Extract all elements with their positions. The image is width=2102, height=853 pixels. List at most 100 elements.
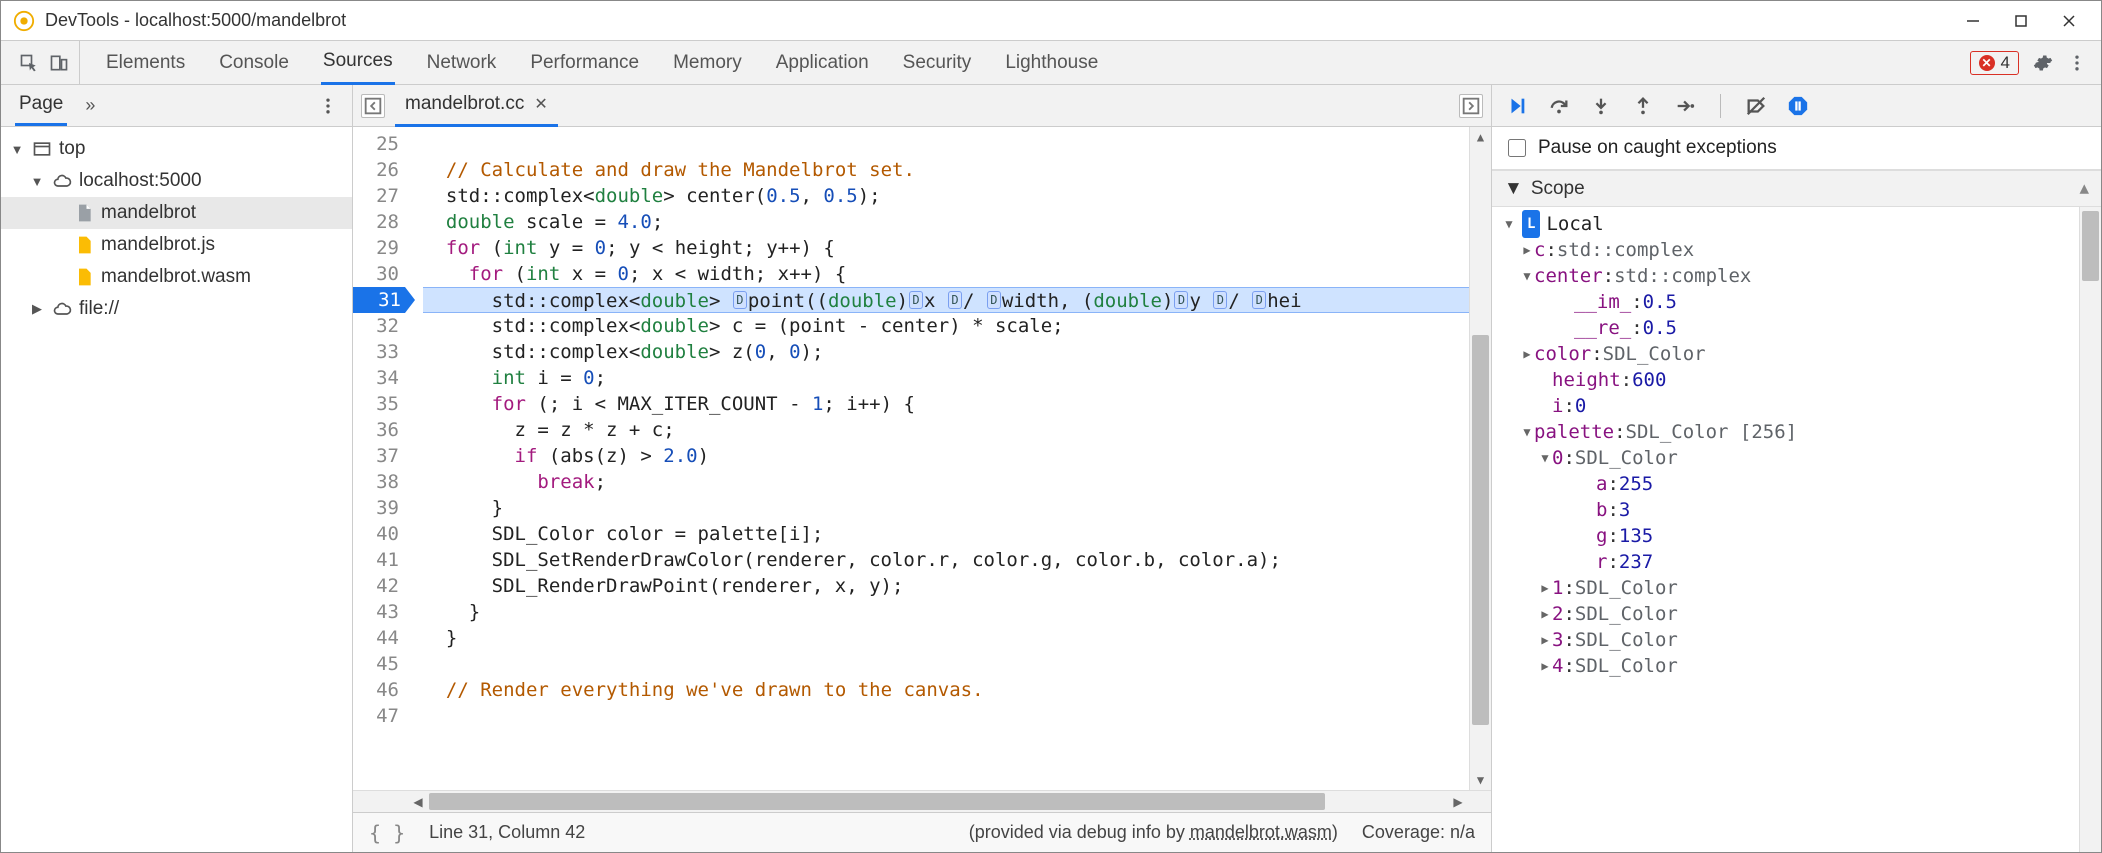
debug-info-link[interactable]: mandelbrot.wasm bbox=[1190, 822, 1332, 842]
line-number[interactable]: 38 bbox=[353, 469, 399, 495]
close-tab-icon[interactable]: ✕ bbox=[534, 94, 547, 114]
code-line[interactable]: } bbox=[423, 599, 1469, 625]
panel-tab-lighthouse[interactable]: Lighthouse bbox=[1003, 42, 1100, 84]
line-number[interactable]: 29 bbox=[353, 235, 399, 261]
scroll-down-arrow-icon[interactable]: ▼ bbox=[1470, 770, 1491, 790]
line-number[interactable]: 46 bbox=[353, 677, 399, 703]
line-number[interactable]: 35 bbox=[353, 391, 399, 417]
code-line[interactable]: // Render everything we've drawn to the … bbox=[423, 677, 1469, 703]
tree-root-top[interactable]: ▼ top bbox=[1, 133, 352, 165]
scroll-left-arrow-icon[interactable]: ◀ bbox=[407, 791, 429, 812]
scope-variable-row[interactable]: g: 135 bbox=[1492, 523, 2101, 549]
line-number[interactable]: 37 bbox=[353, 443, 399, 469]
code-line[interactable]: std::complex<double> c = (point - center… bbox=[423, 313, 1469, 339]
code-line[interactable]: for (int x = 0; x < width; x++) { bbox=[423, 261, 1469, 287]
scope-vertical-scrollbar[interactable] bbox=[2079, 207, 2101, 852]
scope-variable-row[interactable]: ▶1: SDL_Color bbox=[1492, 575, 2101, 601]
code-line[interactable]: for (; i < MAX_ITER_COUNT - 1; i++) { bbox=[423, 391, 1469, 417]
vertical-scroll-thumb[interactable] bbox=[1472, 335, 1489, 725]
line-number[interactable]: 28 bbox=[353, 209, 399, 235]
scope-section-header[interactable]: ▼Scope ▴ bbox=[1492, 170, 2101, 207]
tree-file-mandelbrot-js[interactable]: mandelbrot.js bbox=[1, 229, 352, 261]
line-number-gutter[interactable]: 2526272829303132333435363738394041424344… bbox=[353, 127, 407, 790]
navigator-more-tabs-icon[interactable]: » bbox=[85, 95, 95, 116]
line-number[interactable]: 30 bbox=[353, 261, 399, 287]
window-minimize-button[interactable] bbox=[1949, 2, 1997, 40]
code-line[interactable]: } bbox=[423, 495, 1469, 521]
scope-variable-row[interactable]: b: 3 bbox=[1492, 497, 2101, 523]
code-line[interactable]: if (abs(z) > 2.0) bbox=[423, 443, 1469, 469]
panel-tab-network[interactable]: Network bbox=[425, 42, 499, 84]
line-number[interactable]: 34 bbox=[353, 365, 399, 391]
scope-variable-row[interactable]: __re_: 0.5 bbox=[1492, 315, 2101, 341]
more-menu-icon[interactable] bbox=[2067, 53, 2087, 73]
code-line[interactable] bbox=[423, 131, 1469, 157]
scope-scroll-thumb[interactable] bbox=[2082, 211, 2099, 281]
pause-on-caught-option[interactable]: Pause on caught exceptions bbox=[1492, 127, 2101, 170]
line-number[interactable]: 43 bbox=[353, 599, 399, 625]
code-line[interactable]: SDL_RenderDrawPoint(renderer, x, y); bbox=[423, 573, 1469, 599]
line-number[interactable]: 45 bbox=[353, 651, 399, 677]
editor-nav-forward-icon[interactable] bbox=[1459, 94, 1483, 118]
editor-nav-back-icon[interactable] bbox=[361, 94, 385, 118]
line-number[interactable]: 32 bbox=[353, 313, 399, 339]
scope-variable-row[interactable]: r: 237 bbox=[1492, 549, 2101, 575]
code-line[interactable]: double scale = 4.0; bbox=[423, 209, 1469, 235]
navigator-tab-page[interactable]: Page bbox=[15, 85, 67, 126]
panel-tab-sources[interactable]: Sources bbox=[321, 40, 395, 85]
scope-variable-row[interactable]: ▼palette: SDL_Color [256] bbox=[1492, 419, 2101, 445]
line-number[interactable]: 27 bbox=[353, 183, 399, 209]
scope-variable-row[interactable]: ▶3: SDL_Color bbox=[1492, 627, 2101, 653]
scope-variable-row[interactable]: ▶color: SDL_Color bbox=[1492, 341, 2101, 367]
scope-variable-row[interactable]: __im_: 0.5 bbox=[1492, 289, 2101, 315]
line-number[interactable]: 47 bbox=[353, 703, 399, 729]
line-number[interactable]: 36 bbox=[353, 417, 399, 443]
tree-file-scheme[interactable]: ▶ file:// bbox=[1, 293, 352, 325]
code-line[interactable]: for (int y = 0; y < height; y++) { bbox=[423, 235, 1469, 261]
line-number[interactable]: 44 bbox=[353, 625, 399, 651]
tree-file-mandelbrot-wasm[interactable]: mandelbrot.wasm bbox=[1, 261, 352, 293]
line-number[interactable]: 40 bbox=[353, 521, 399, 547]
scroll-right-arrow-icon[interactable]: ▶ bbox=[1447, 791, 1469, 812]
editor-vertical-scrollbar[interactable]: ▲ ▼ bbox=[1469, 127, 1491, 790]
code-line[interactable]: z = z * z + c; bbox=[423, 417, 1469, 443]
scope-variable-row[interactable]: ▶4: SDL_Color bbox=[1492, 653, 2101, 679]
pause-on-exceptions-icon[interactable] bbox=[1787, 95, 1809, 117]
editor-tab-mandelbrot-cc[interactable]: mandelbrot.cc ✕ bbox=[395, 84, 558, 127]
line-number[interactable]: 41 bbox=[353, 547, 399, 573]
panel-tab-performance[interactable]: Performance bbox=[528, 42, 641, 84]
deactivate-breakpoints-icon[interactable] bbox=[1745, 95, 1767, 117]
code-line[interactable]: SDL_SetRenderDrawColor(renderer, color.r… bbox=[423, 547, 1469, 573]
line-number[interactable]: 26 bbox=[353, 157, 399, 183]
inspect-element-icon[interactable] bbox=[19, 53, 39, 73]
code-line[interactable]: break; bbox=[423, 469, 1469, 495]
device-toolbar-icon[interactable] bbox=[49, 53, 69, 73]
panel-tab-security[interactable]: Security bbox=[901, 42, 974, 84]
line-number[interactable]: 25 bbox=[353, 131, 399, 157]
tree-origin[interactable]: ▼ localhost:5000 bbox=[1, 165, 352, 197]
code-line[interactable]: // Calculate and draw the Mandelbrot set… bbox=[423, 157, 1469, 183]
resume-script-icon[interactable] bbox=[1506, 95, 1528, 117]
line-number[interactable]: 31 bbox=[353, 287, 405, 313]
scope-variable-row[interactable]: ▶2: SDL_Color bbox=[1492, 601, 2101, 627]
navigator-menu-icon[interactable] bbox=[318, 96, 338, 116]
scope-variable-row[interactable]: height: 600 bbox=[1492, 367, 2101, 393]
scope-variable-row[interactable]: a: 255 bbox=[1492, 471, 2101, 497]
code-editor-area[interactable]: // Calculate and draw the Mandelbrot set… bbox=[407, 127, 1469, 790]
scope-variable-row[interactable]: ▼0: SDL_Color bbox=[1492, 445, 2101, 471]
scope-variable-row[interactable]: ▼center: std::complex bbox=[1492, 263, 2101, 289]
code-line[interactable] bbox=[423, 703, 1469, 729]
code-line[interactable]: int i = 0; bbox=[423, 365, 1469, 391]
window-maximize-button[interactable] bbox=[1997, 2, 2045, 40]
line-number[interactable]: 39 bbox=[353, 495, 399, 521]
code-line[interactable]: std::complex<double> z(0, 0); bbox=[423, 339, 1469, 365]
step-into-icon[interactable] bbox=[1590, 95, 1612, 117]
error-count-badge[interactable]: ✕ 4 bbox=[1970, 51, 2019, 75]
editor-horizontal-scrollbar[interactable]: ◀ ▶ bbox=[353, 790, 1491, 812]
step-out-icon[interactable] bbox=[1632, 95, 1654, 117]
scroll-up-arrow-icon[interactable]: ▲ bbox=[1470, 127, 1491, 147]
step-over-icon[interactable] bbox=[1548, 95, 1570, 117]
window-close-button[interactable] bbox=[2045, 2, 2093, 40]
code-line[interactable]: std::complex<double> center(0.5, 0.5); bbox=[423, 183, 1469, 209]
scope-variable-row[interactable]: ▶c: std::complex bbox=[1492, 237, 2101, 263]
